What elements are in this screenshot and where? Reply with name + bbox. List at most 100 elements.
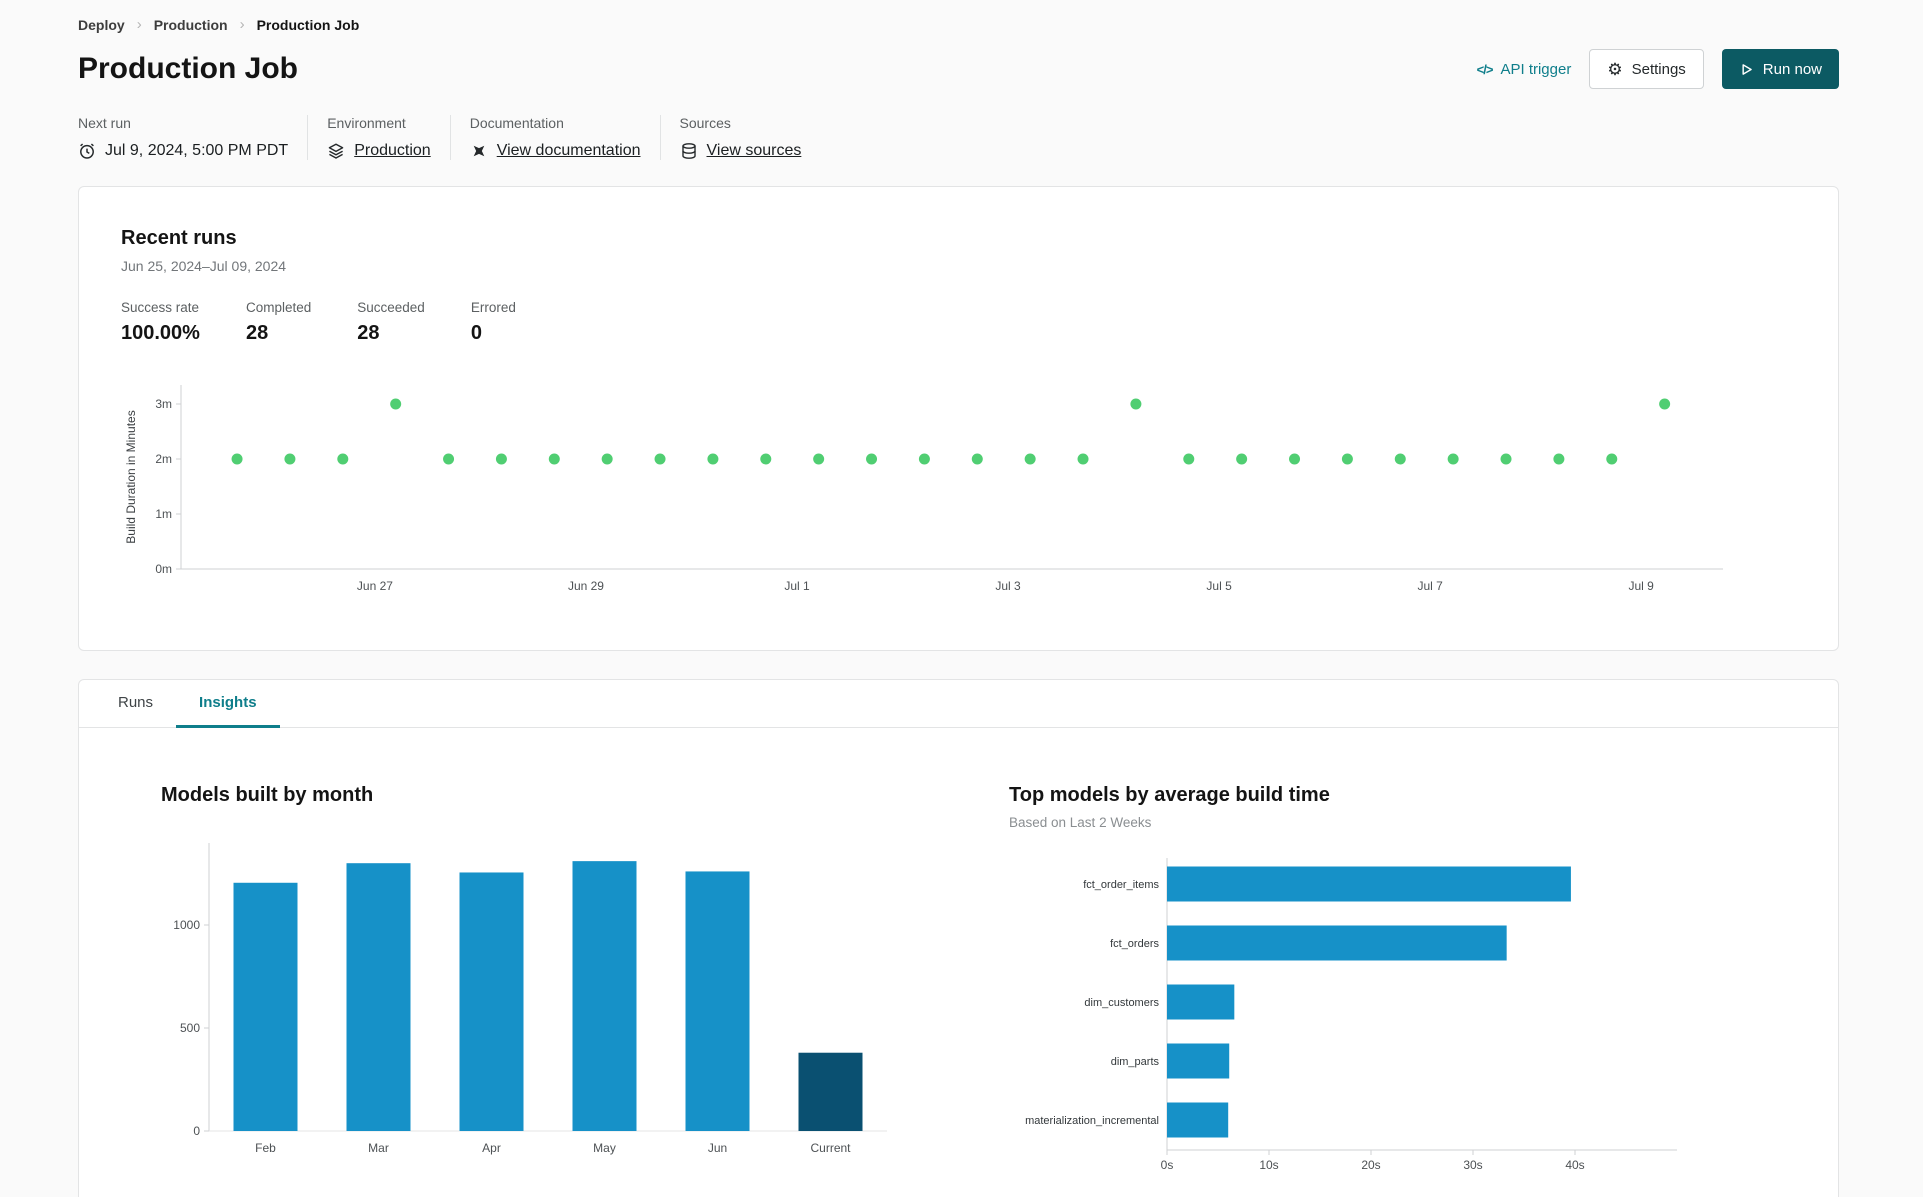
- sources-label: Sources: [679, 115, 731, 131]
- tab-runs[interactable]: Runs: [95, 680, 176, 728]
- settings-button[interactable]: ⚙ Settings: [1589, 49, 1704, 89]
- documentation-value: View documentation: [470, 142, 641, 160]
- run-dot[interactable]: [337, 453, 349, 465]
- documentation-label: Documentation: [469, 115, 564, 131]
- code-icon: </>: [1476, 61, 1494, 77]
- build-time-bar: [1167, 925, 1507, 961]
- next-run-label: Next run: [78, 115, 131, 131]
- run-dot[interactable]: [760, 453, 772, 465]
- y-axis-label: Build Duration in Minutes: [124, 410, 138, 543]
- run-dot[interactable]: [1236, 453, 1248, 465]
- api-trigger-label: API trigger: [1500, 60, 1572, 78]
- x-tick-label: 40s: [1565, 1158, 1584, 1172]
- run-dot[interactable]: [1077, 453, 1089, 465]
- breadcrumb-separator-icon: ›: [136, 16, 142, 33]
- top-models-chart: 0s 10s 20s 30s 40s fct_order_items fct_ordersd…: [1025, 858, 1677, 1172]
- run-dot[interactable]: [284, 453, 296, 465]
- top-models-title: Top models by average build time: [1009, 784, 1330, 806]
- run-dot[interactable]: [1659, 398, 1671, 410]
- breadcrumb-production[interactable]: Production: [154, 17, 228, 33]
- x-tick-label: Jul 9: [1628, 579, 1654, 593]
- month-bar: [798, 1052, 863, 1131]
- run-dot[interactable]: [1447, 453, 1459, 465]
- model-name-label: dim_customers: [1084, 997, 1159, 1009]
- run-dot[interactable]: [1394, 453, 1406, 465]
- x-tick-label: 20s: [1361, 1158, 1380, 1172]
- run-dot[interactable]: [443, 453, 455, 465]
- y-tick-label: 0: [193, 1124, 200, 1138]
- clock-icon: [78, 142, 96, 160]
- run-dot[interactable]: [1183, 453, 1195, 465]
- meta-divider: [449, 115, 451, 160]
- stat-completed: Completed 28: [245, 300, 312, 344]
- run-dot[interactable]: [1606, 453, 1618, 465]
- x-category-label: Current: [810, 1141, 851, 1155]
- run-dot[interactable]: [1553, 453, 1565, 465]
- tab-insights[interactable]: Insights: [176, 680, 280, 728]
- play-icon: [1739, 62, 1754, 77]
- breadcrumb-deploy[interactable]: Deploy: [78, 17, 125, 33]
- stat-errored: Errored 0: [470, 300, 516, 344]
- month-bar: [459, 872, 524, 1131]
- view-sources-link[interactable]: View sources: [707, 142, 802, 160]
- sources-value: View sources: [680, 142, 802, 160]
- api-trigger-link[interactable]: </> API trigger: [1477, 61, 1572, 78]
- next-run-value: Jul 9, 2024, 5:00 PM PDT: [78, 142, 288, 160]
- sources-info: Sources View sources: [680, 115, 802, 160]
- environment-link[interactable]: Production: [354, 142, 431, 160]
- model-name-label: materialization_incremental: [1025, 1115, 1159, 1127]
- run-dot[interactable]: [1289, 453, 1301, 465]
- run-dot[interactable]: [390, 398, 402, 410]
- insights-panel: Models built by month 0 500 1000 Feb Mar Apr M…: [79, 728, 1838, 1197]
- documentation-info: Documentation View documentation: [470, 115, 641, 160]
- run-dot[interactable]: [1500, 453, 1512, 465]
- run-dot[interactable]: [707, 453, 719, 465]
- run-dot[interactable]: [1341, 453, 1353, 465]
- environment-label: Environment: [327, 115, 406, 131]
- month-bar: [346, 863, 411, 1131]
- run-dot[interactable]: [495, 453, 507, 465]
- run-dot[interactable]: [813, 453, 825, 465]
- month-bar: [685, 871, 750, 1131]
- run-dot[interactable]: [1130, 398, 1142, 410]
- page-title: Production Job: [78, 52, 298, 85]
- run-now-button[interactable]: Run now: [1721, 49, 1839, 89]
- run-now-label: Run now: [1762, 60, 1822, 78]
- y-tick-label: 1m: [155, 507, 172, 521]
- models-by-month-section: Models built by month 0 500 1000 Feb Mar Apr M…: [161, 784, 897, 1187]
- x-category-label: Jun: [708, 1141, 727, 1155]
- job-meta-row: Next run Jul 9, 2024, 5:00 PM PDT Enviro…: [78, 115, 1839, 160]
- environment-info: Environment Production: [327, 115, 431, 160]
- run-dot[interactable]: [548, 453, 560, 465]
- y-tick-label: 1000: [173, 918, 200, 932]
- run-dot[interactable]: [918, 453, 930, 465]
- model-name-label: fct_order_items: [1083, 879, 1159, 891]
- x-tick-label: 0s: [1161, 1158, 1174, 1172]
- gear-icon: ⚙: [1607, 59, 1623, 79]
- meta-divider: [307, 115, 309, 160]
- run-dot[interactable]: [654, 453, 666, 465]
- run-dot[interactable]: [231, 453, 243, 465]
- build-time-bar: [1167, 866, 1571, 902]
- recent-runs-card: Recent runs Jun 25, 2024–Jul 09, 2024 Su…: [78, 186, 1839, 651]
- build-time-bar: [1167, 1043, 1230, 1079]
- run-dot[interactable]: [601, 453, 613, 465]
- x-tick-label: Jun 29: [568, 579, 604, 593]
- recent-runs-stats: Success rate 100.00% Completed 28 Succee…: [121, 300, 1796, 345]
- run-dot[interactable]: [866, 453, 878, 465]
- x-category-label: May: [593, 1141, 616, 1155]
- y-tick-label: 500: [180, 1021, 200, 1035]
- database-icon: [680, 142, 698, 160]
- documentation-icon: [470, 142, 488, 160]
- settings-label: Settings: [1631, 60, 1686, 78]
- next-run-info: Next run Jul 9, 2024, 5:00 PM PDT: [78, 115, 288, 160]
- y-tick-label: 2m: [155, 452, 172, 466]
- x-tick-label: Jul 5: [1206, 579, 1232, 593]
- view-documentation-link[interactable]: View documentation: [497, 142, 641, 160]
- y-tick-label: 0m: [155, 562, 172, 576]
- run-dot[interactable]: [1024, 453, 1036, 465]
- x-category-label: Feb: [255, 1141, 276, 1155]
- run-dot[interactable]: [971, 453, 983, 465]
- x-tick-label: 30s: [1463, 1158, 1482, 1172]
- x-category-label: Apr: [482, 1141, 501, 1155]
